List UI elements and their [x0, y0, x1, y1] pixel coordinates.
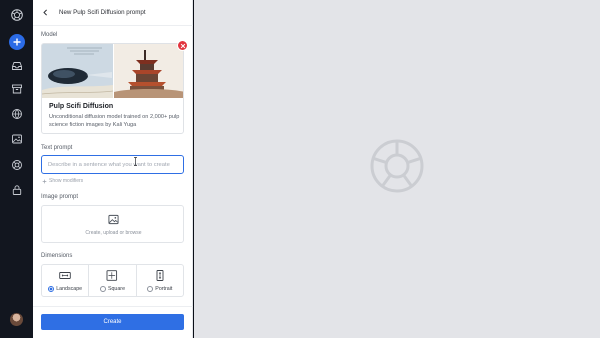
model-card[interactable]: Pulp Scifi Diffusion Unconditional diffu… — [41, 43, 184, 134]
square-radio[interactable] — [99, 286, 106, 292]
model-thumbnail-spaceship — [42, 44, 113, 98]
left-rail — [0, 0, 33, 338]
image-icon[interactable] — [8, 130, 25, 147]
model-thumbnails — [42, 44, 183, 98]
show-modifiers-label: Show modifiers — [49, 178, 84, 184]
square-choice[interactable]: Square — [89, 286, 135, 292]
dimensions-label: Dimensions — [41, 253, 73, 259]
lifebuoy-icon[interactable] — [8, 156, 25, 173]
portrait-icon — [156, 270, 164, 281]
dimension-option-square[interactable]: Square — [89, 265, 137, 296]
square-icon — [107, 270, 118, 281]
app-window: New Pulp Scifi Diffusion prompt Model Pu… — [0, 0, 600, 338]
new-prompt-button[interactable] — [9, 34, 25, 50]
remove-model-button[interactable] — [177, 40, 188, 51]
portrait-radio[interactable] — [147, 286, 154, 292]
close-icon — [180, 43, 185, 48]
model-description: Unconditional diffusion model trained on… — [49, 114, 180, 128]
prompt-panel: New Pulp Scifi Diffusion prompt Model Pu… — [33, 0, 193, 338]
square-label: Square — [107, 286, 126, 292]
text-prompt-input[interactable] — [41, 155, 184, 174]
model-name: Pulp Scifi Diffusion — [49, 103, 114, 110]
globe-icon[interactable] — [8, 105, 25, 122]
model-thumbnail-tower — [114, 44, 183, 98]
avatar[interactable] — [10, 313, 23, 326]
dimensions-selector: Landscape Square Portrait — [41, 264, 184, 297]
panel-header: New Pulp Scifi Diffusion prompt — [33, 0, 193, 26]
footer-divider — [33, 306, 193, 307]
landscape-radio[interactable] — [48, 286, 55, 292]
chevron-left-icon — [42, 9, 47, 16]
image-prompt-label: Image prompt — [41, 194, 79, 200]
lock-icon[interactable] — [8, 181, 25, 198]
back-button[interactable] — [39, 7, 51, 19]
dimension-option-portrait[interactable]: Portrait — [137, 265, 183, 296]
upload-label: Create, upload or browse — [85, 230, 142, 236]
image-upload-icon — [108, 214, 119, 225]
logo-watermark-icon — [370, 139, 424, 193]
plus-icon — [13, 38, 21, 46]
logo-icon[interactable] — [8, 6, 25, 23]
portrait-choice[interactable]: Portrait — [137, 286, 183, 292]
text-cursor-icon — [134, 157, 137, 166]
page-title: New Pulp Scifi Diffusion prompt — [59, 9, 146, 16]
image-upload-dropzone[interactable]: Create, upload or browse — [41, 205, 184, 243]
dimension-option-landscape[interactable]: Landscape — [42, 265, 90, 296]
text-prompt-label: Text prompt — [41, 145, 73, 151]
inbox-icon[interactable] — [8, 57, 25, 74]
model-label: Model — [41, 32, 58, 38]
portrait-label: Portrait — [155, 286, 173, 292]
landscape-icon — [59, 272, 71, 279]
archive-icon[interactable] — [8, 80, 25, 97]
plus-small-icon — [42, 179, 47, 183]
landscape-choice[interactable]: Landscape — [42, 286, 88, 292]
landscape-label: Landscape — [56, 286, 83, 292]
show-modifiers-link[interactable]: Show modifiers — [42, 178, 83, 184]
create-button[interactable]: Create — [41, 314, 184, 330]
